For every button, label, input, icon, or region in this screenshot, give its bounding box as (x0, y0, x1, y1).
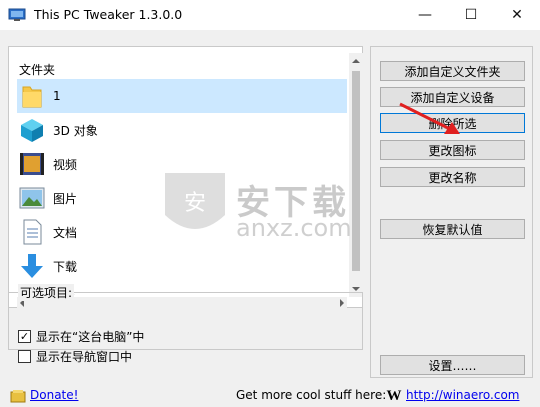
winaero-link[interactable]: http://winaero.com (406, 388, 520, 402)
maximize-icon: ☐ (464, 7, 478, 23)
list-item-label: 视频 (53, 157, 78, 172)
show-in-this-pc-row[interactable]: ✓ 显示在“这台电脑”中 (18, 328, 144, 345)
list-item-label: 图片 (53, 191, 78, 206)
change-name-button[interactable]: 更改名称 (380, 167, 525, 187)
3d-objects-icon (19, 117, 45, 143)
restore-defaults-button[interactable]: 恢复默认值 (380, 219, 525, 239)
pictures-icon (19, 185, 45, 211)
list-item-folder-1[interactable]: 1 (17, 79, 347, 113)
list-item-pictures[interactable]: 图片 (17, 181, 347, 215)
show-in-this-pc-label: 显示在“这台电脑”中 (36, 330, 145, 344)
list-item-downloads[interactable]: 下载 (17, 249, 347, 283)
add-custom-device-button[interactable]: 添加自定义设备 (380, 87, 525, 107)
folders-panel: 文件夹 1 3D 对象 视频 图片 文档 下载 (8, 46, 363, 309)
donate-link[interactable]: Donate! (30, 388, 78, 402)
minimize-icon: — (418, 7, 432, 23)
scroll-thumb[interactable] (352, 71, 360, 271)
footer-bar: Donate! Get more cool stuff here: W http… (0, 386, 540, 407)
show-in-this-pc-checkbox[interactable]: ✓ (18, 330, 31, 343)
donate-icon (10, 390, 26, 403)
window-title: This PC Tweaker 1.3.0.0 (34, 7, 183, 22)
folders-group-label: 文件夹 (19, 63, 56, 77)
downloads-icon (19, 253, 45, 279)
documents-icon (19, 219, 45, 245)
winaero-logo-icon: W (386, 387, 402, 404)
settings-button[interactable]: 设置…… (380, 355, 525, 375)
options-group: 可选项目: ✓ 显示在“这台电脑”中 显示在导航窗口中 (8, 284, 363, 364)
video-icon (19, 151, 45, 177)
folders-list[interactable]: 1 3D 对象 视频 图片 文档 下载 (17, 77, 347, 295)
change-icon-button[interactable]: 更改图标 (380, 140, 525, 160)
list-item-documents[interactable]: 文档 (17, 215, 347, 249)
title-bar: This PC Tweaker 1.3.0.0 — ☐ ✕ (0, 0, 540, 30)
list-item-label: 1 (53, 89, 61, 103)
vertical-scrollbar[interactable] (349, 53, 363, 297)
show-in-nav-row[interactable]: 显示在导航窗口中 (18, 348, 132, 365)
options-group-label: 可选项目: (18, 284, 75, 301)
show-in-nav-label: 显示在导航窗口中 (36, 350, 133, 364)
scroll-up-icon[interactable] (352, 59, 360, 63)
app-icon (8, 8, 26, 21)
actions-panel: 添加自定义文件夹 添加自定义设备 删除所选 更改图标 更改名称 恢复默认值 设置… (370, 46, 533, 378)
list-item-video[interactable]: 视频 (17, 147, 347, 181)
maximize-button[interactable]: ☐ (448, 0, 494, 30)
checkmark-icon: ✓ (19, 330, 30, 343)
close-button[interactable]: ✕ (494, 0, 540, 30)
more-stuff-text: Get more cool stuff here: (236, 388, 387, 402)
list-item-3d-objects[interactable]: 3D 对象 (17, 113, 347, 147)
add-custom-folder-button[interactable]: 添加自定义文件夹 (380, 61, 525, 81)
folder-icon (19, 83, 45, 109)
close-icon: ✕ (511, 7, 523, 23)
show-in-nav-checkbox[interactable] (18, 350, 31, 363)
delete-selected-button[interactable]: 删除所选 (380, 113, 525, 133)
list-item-label: 3D 对象 (53, 123, 98, 138)
minimize-button[interactable]: — (402, 0, 448, 30)
list-item-label: 下载 (53, 259, 78, 274)
list-item-label: 文档 (53, 225, 78, 240)
